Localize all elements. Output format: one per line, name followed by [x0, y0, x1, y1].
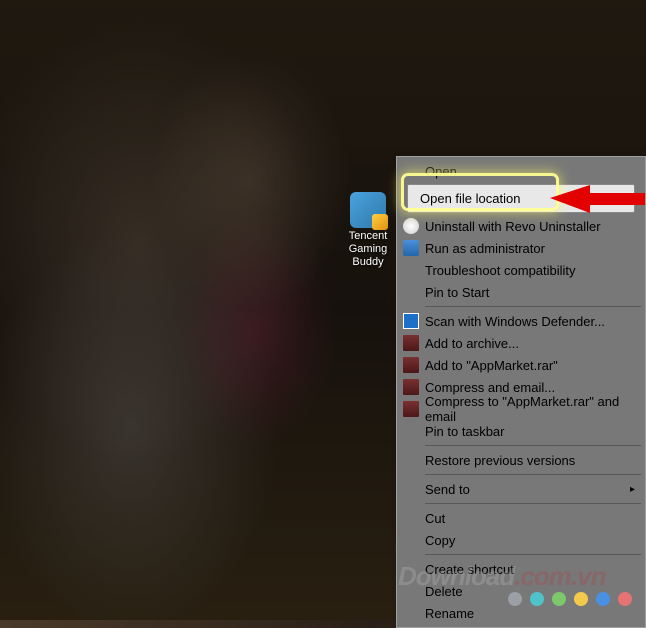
menu-cut[interactable]: Cut: [399, 507, 643, 529]
shield-icon: [403, 240, 419, 256]
dot: [552, 592, 566, 606]
dot: [596, 592, 610, 606]
watermark-domain: .com.vn: [514, 561, 605, 591]
watermark: Download.com.vn: [398, 561, 605, 592]
dot: [618, 592, 632, 606]
context-menu: Open Open file location Uninstall with R…: [396, 156, 646, 628]
menu-separator: [425, 474, 641, 475]
watermark-text: Download: [398, 561, 514, 591]
rar-icon: [403, 335, 419, 351]
menu-label: Run as administrator: [425, 241, 545, 256]
rar-icon: [403, 357, 419, 373]
menu-label: Compress and email...: [425, 380, 555, 395]
menu-scan-defender[interactable]: Scan with Windows Defender...: [399, 310, 643, 332]
menu-label: Add to "AppMarket.rar": [425, 358, 558, 373]
menu-label: Send to: [425, 482, 470, 497]
menu-open-file-location[interactable]: Open file location: [407, 184, 635, 213]
menu-compress-appmarket-email[interactable]: Compress to "AppMarket.rar" and email: [399, 398, 643, 420]
menu-label: Uninstall with Revo Uninstaller: [425, 219, 601, 234]
menu-label: Open: [425, 164, 457, 179]
defender-icon: [403, 313, 419, 329]
menu-restore-versions[interactable]: Restore previous versions: [399, 449, 643, 471]
menu-copy[interactable]: Copy: [399, 529, 643, 551]
dot: [508, 592, 522, 606]
menu-pin-start[interactable]: Pin to Start: [399, 281, 643, 303]
desktop-icon-label: Tencent Gaming Buddy: [340, 230, 396, 270]
menu-separator: [425, 306, 641, 307]
menu-open[interactable]: Open: [399, 160, 643, 182]
menu-troubleshoot[interactable]: Troubleshoot compatibility: [399, 259, 643, 281]
menu-separator: [425, 503, 641, 504]
menu-label: Cut: [425, 511, 445, 526]
menu-add-archive[interactable]: Add to archive...: [399, 332, 643, 354]
menu-label: Rename: [425, 606, 474, 621]
menu-label: Pin to Start: [425, 285, 489, 300]
menu-label: Open file location: [420, 191, 520, 206]
app-icon: [350, 192, 386, 228]
dot: [530, 592, 544, 606]
rar-icon: [403, 401, 419, 417]
menu-label: Copy: [425, 533, 455, 548]
menu-run-as-admin[interactable]: Run as administrator: [399, 237, 643, 259]
menu-label: Restore previous versions: [425, 453, 575, 468]
menu-send-to[interactable]: Send to: [399, 478, 643, 500]
menu-separator: [425, 445, 641, 446]
menu-label: Pin to taskbar: [425, 424, 505, 439]
menu-label: Troubleshoot compatibility: [425, 263, 576, 278]
menu-add-appmarket[interactable]: Add to "AppMarket.rar": [399, 354, 643, 376]
menu-uninstall-revo[interactable]: Uninstall with Revo Uninstaller: [399, 215, 643, 237]
menu-separator: [425, 554, 641, 555]
menu-label: Scan with Windows Defender...: [425, 314, 605, 329]
dot: [574, 592, 588, 606]
color-dots: [508, 592, 632, 606]
rar-icon: [403, 379, 419, 395]
revo-icon: [403, 218, 419, 234]
desktop-shortcut-tencent[interactable]: Tencent Gaming Buddy: [340, 192, 396, 270]
menu-pin-taskbar[interactable]: Pin to taskbar: [399, 420, 643, 442]
menu-label: Add to archive...: [425, 336, 519, 351]
